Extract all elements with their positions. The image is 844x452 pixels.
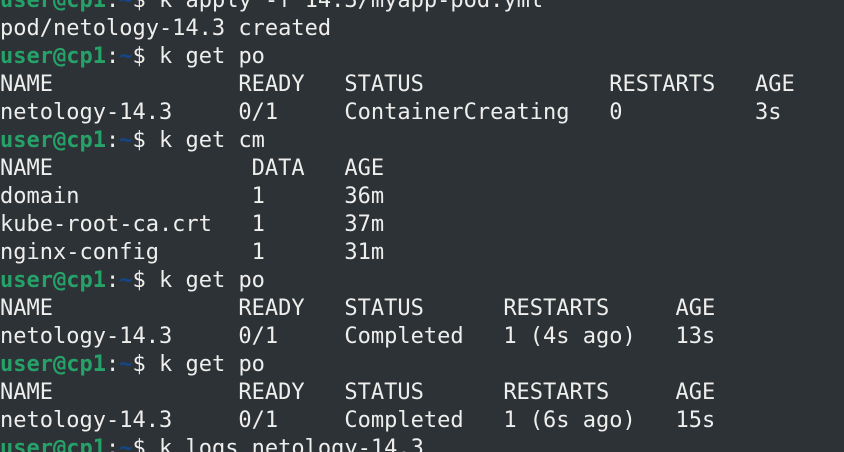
- output-text: NAME DATA AGE: [0, 156, 385, 181]
- prompt-path: ~: [119, 436, 133, 452]
- command-text: k apply -f 14.3/myapp-pod.yml: [158, 0, 544, 13]
- terminal-window[interactable]: user@cp1:~$ k apply -f 14.3/myapp-pod.ym…: [0, 0, 844, 452]
- prompt-user-host: user@cp1: [0, 128, 106, 153]
- prompt-separator: :: [105, 268, 120, 293]
- terminal-output: user@cp1:~$ k apply -f 14.3/myapp-pod.ym…: [0, 0, 795, 452]
- prompt-line: user@cp1:~$ k get po: [0, 351, 795, 379]
- prompt-user-host: user@cp1: [0, 268, 106, 293]
- prompt-path: ~: [119, 128, 133, 153]
- output-line: NAME READY STATUS RESTARTS AGE: [0, 295, 795, 323]
- output-line: netology-14.3 0/1 Completed 1 (6s ago) 1…: [0, 407, 795, 435]
- prompt-separator: :: [105, 0, 120, 13]
- output-text: nginx-config 1 31m: [0, 240, 385, 265]
- prompt-sign: $: [132, 436, 159, 452]
- output-text: netology-14.3 0/1 Completed 1 (4s ago) 1…: [0, 324, 716, 349]
- prompt-separator: :: [105, 436, 120, 452]
- output-line: netology-14.3 0/1 ContainerCreating 0 3s: [0, 99, 795, 127]
- output-line: netology-14.3 0/1 Completed 1 (4s ago) 1…: [0, 323, 795, 351]
- output-line: NAME DATA AGE: [0, 155, 795, 183]
- prompt-path: ~: [119, 352, 133, 377]
- output-text: netology-14.3 0/1 Completed 1 (6s ago) 1…: [0, 408, 716, 433]
- output-text: NAME READY STATUS RESTARTS AGE: [0, 380, 716, 405]
- output-line: kube-root-ca.crt 1 37m: [0, 211, 795, 239]
- prompt-user-host: user@cp1: [0, 436, 106, 452]
- prompt-path: ~: [119, 0, 133, 13]
- prompt-path: ~: [119, 268, 133, 293]
- output-line: NAME READY STATUS RESTARTS AGE: [0, 71, 795, 99]
- prompt-path: ~: [119, 44, 133, 69]
- command-text: k get cm: [158, 128, 265, 153]
- output-line: nginx-config 1 31m: [0, 239, 795, 267]
- prompt-user-host: user@cp1: [0, 352, 106, 377]
- command-text: k get po: [158, 352, 265, 377]
- output-text: netology-14.3 0/1 ContainerCreating 0 3s: [0, 100, 782, 125]
- prompt-separator: :: [105, 352, 120, 377]
- prompt-user-host: user@cp1: [0, 0, 106, 13]
- command-text: k get po: [158, 268, 265, 293]
- prompt-line: user@cp1:~$ k get cm: [0, 127, 795, 155]
- prompt-sign: $: [132, 268, 159, 293]
- prompt-sign: $: [132, 128, 159, 153]
- output-line: NAME READY STATUS RESTARTS AGE: [0, 379, 795, 407]
- prompt-sign: $: [132, 352, 159, 377]
- output-text: domain 1 36m: [0, 184, 385, 209]
- command-text: k logs netology-14.3: [158, 436, 424, 452]
- output-line: pod/netology-14.3 created: [0, 15, 795, 43]
- prompt-user-host: user@cp1: [0, 44, 106, 69]
- prompt-line: user@cp1:~$ k apply -f 14.3/myapp-pod.ym…: [0, 0, 795, 15]
- prompt-separator: :: [105, 128, 120, 153]
- output-text: pod/netology-14.3 created: [0, 16, 332, 41]
- prompt-line: user@cp1:~$ k get po: [0, 267, 795, 295]
- prompt-line: user@cp1:~$ k get po: [0, 43, 795, 71]
- command-text: k get po: [158, 44, 265, 69]
- prompt-sign: $: [132, 44, 159, 69]
- output-line: domain 1 36m: [0, 183, 795, 211]
- prompt-sign: $: [132, 0, 159, 13]
- prompt-line: user@cp1:~$ k logs netology-14.3: [0, 435, 795, 452]
- output-text: NAME READY STATUS RESTARTS AGE: [0, 296, 716, 321]
- output-text: kube-root-ca.crt 1 37m: [0, 212, 385, 237]
- output-text: NAME READY STATUS RESTARTS AGE: [0, 72, 795, 97]
- prompt-separator: :: [105, 44, 120, 69]
